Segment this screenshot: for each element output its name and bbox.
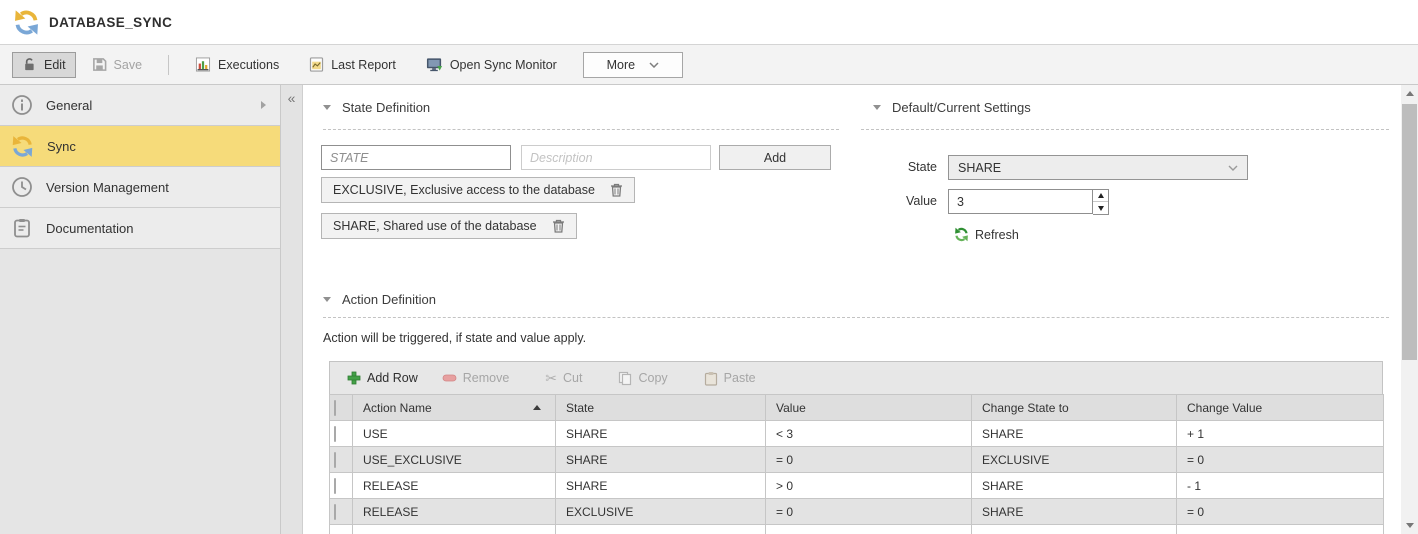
sidebar-collapse-strip: «	[281, 85, 303, 534]
sidebar-item-sync[interactable]: Sync	[0, 126, 280, 167]
arrow-up-icon	[1098, 193, 1104, 198]
sidebar-item-general[interactable]: General	[0, 85, 280, 126]
scrollbar-thumb[interactable]	[1402, 104, 1417, 360]
section-divider	[861, 129, 1389, 130]
action-definition-header[interactable]: Action Definition	[323, 292, 436, 307]
minus-icon	[442, 374, 457, 382]
table-row[interactable]: RELEASE SHARE > 0 SHARE - 1	[330, 473, 1384, 499]
section-title: Default/Current Settings	[892, 100, 1031, 115]
row-checkbox[interactable]	[334, 478, 336, 494]
executions-button[interactable]: Executions	[185, 52, 289, 78]
scroll-down-button[interactable]	[1401, 517, 1418, 534]
clock-icon	[11, 176, 33, 198]
delete-state-icon[interactable]	[610, 183, 623, 197]
arrow-up-icon	[1406, 91, 1414, 96]
more-dropdown-button[interactable]: More	[583, 52, 683, 78]
column-header-state[interactable]: State	[556, 395, 766, 421]
section-divider	[323, 317, 1389, 318]
vertical-scrollbar[interactable]	[1401, 85, 1418, 534]
description-input[interactable]	[521, 145, 711, 170]
table-toolbar: Add Row Remove ✂ Cut	[329, 361, 1383, 395]
row-checkbox[interactable]	[334, 426, 336, 442]
sync-icon	[11, 135, 34, 158]
scissors-icon: ✂	[545, 371, 557, 385]
value-increment-button[interactable]	[1093, 190, 1108, 202]
table-row[interactable]	[330, 525, 1384, 534]
titlebar: DATABASE_SYNC	[0, 0, 1418, 45]
column-header-change-state-to[interactable]: Change State to	[972, 395, 1177, 421]
page-title: DATABASE_SYNC	[49, 15, 172, 30]
edit-button[interactable]: Edit	[12, 52, 76, 78]
open-sync-monitor-button[interactable]: Open Sync Monitor	[416, 52, 567, 78]
sidebar-item-documentation[interactable]: Documentation	[0, 208, 280, 249]
main-content: State Definition Add EXCLUSIVE, Exclusiv…	[303, 85, 1401, 534]
sidebar: General Sync	[0, 85, 281, 534]
row-checkbox[interactable]	[334, 504, 336, 520]
report-icon	[309, 57, 324, 72]
sync-app-icon	[13, 9, 40, 36]
plus-icon	[347, 371, 361, 385]
column-header-value[interactable]: Value	[766, 395, 972, 421]
app-window: DATABASE_SYNC Edit Save	[0, 0, 1418, 534]
collapse-section-icon	[323, 105, 331, 110]
collapse-section-icon	[323, 297, 331, 302]
save-icon	[92, 57, 107, 72]
table-header-row: Action Name State Value Change State to …	[330, 395, 1384, 421]
refresh-button[interactable]: Refresh	[954, 227, 1019, 242]
state-chip-share: SHARE, Shared use of the database	[321, 213, 577, 239]
paste-icon	[704, 371, 718, 386]
paste-button[interactable]: Paste	[695, 367, 765, 390]
clipboard-icon	[11, 217, 33, 239]
toolbar-separator	[168, 55, 169, 75]
settings-header[interactable]: Default/Current Settings	[873, 100, 1031, 115]
add-row-button[interactable]: Add Row	[338, 367, 427, 389]
select-all-checkbox[interactable]	[334, 400, 336, 416]
copy-button[interactable]: Copy	[609, 367, 676, 390]
action-table: Action Name State Value Change State to …	[329, 394, 1384, 534]
state-definition-header[interactable]: State Definition	[323, 100, 430, 115]
collapse-section-icon	[873, 105, 881, 110]
value-decrement-button[interactable]	[1093, 202, 1108, 214]
chevron-right-icon	[261, 101, 266, 109]
sidebar-item-version-management[interactable]: Version Management	[0, 167, 280, 208]
table-row[interactable]: USE SHARE < 3 SHARE + 1	[330, 421, 1384, 447]
column-header-action-name[interactable]: Action Name	[353, 395, 556, 421]
state-label: State	[875, 160, 937, 174]
table-row[interactable]: USE_EXCLUSIVE SHARE = 0 EXCLUSIVE = 0	[330, 447, 1384, 473]
delete-state-icon[interactable]	[552, 219, 565, 233]
section-title: Action Definition	[342, 292, 436, 307]
unlock-icon	[22, 57, 37, 72]
last-report-button[interactable]: Last Report	[299, 52, 406, 78]
state-chip-exclusive: EXCLUSIVE, Exclusive access to the datab…	[321, 177, 635, 203]
info-icon	[11, 94, 33, 116]
scroll-up-button[interactable]	[1401, 85, 1418, 102]
add-state-button[interactable]: Add	[719, 145, 831, 170]
state-input[interactable]	[321, 145, 511, 170]
arrow-down-icon	[1098, 206, 1104, 211]
column-header-change-value[interactable]: Change Value	[1177, 395, 1384, 421]
copy-icon	[618, 371, 632, 386]
value-stepper	[948, 189, 1109, 215]
remove-row-button[interactable]: Remove	[433, 367, 519, 389]
main-toolbar: Edit Save E	[0, 45, 1418, 85]
action-note: Action will be triggered, if state and v…	[323, 331, 586, 345]
row-checkbox[interactable]	[334, 452, 336, 468]
value-input[interactable]	[948, 189, 1093, 214]
value-label: Value	[875, 194, 937, 208]
bar-chart-icon	[195, 57, 211, 72]
table-row[interactable]: RELEASE EXCLUSIVE = 0 SHARE = 0	[330, 499, 1384, 525]
collapse-sidebar-button[interactable]: «	[281, 91, 302, 105]
save-button[interactable]: Save	[82, 52, 153, 78]
chevron-down-icon	[1228, 165, 1238, 171]
section-title: State Definition	[342, 100, 430, 115]
state-select[interactable]: SHARE	[948, 155, 1248, 180]
sort-ascending-icon	[533, 405, 541, 410]
refresh-icon	[954, 227, 969, 242]
chevron-down-icon	[649, 62, 659, 68]
cut-button[interactable]: ✂ Cut	[536, 367, 591, 389]
section-divider	[323, 129, 839, 130]
arrow-down-icon	[1406, 523, 1414, 528]
monitor-icon	[426, 57, 443, 73]
